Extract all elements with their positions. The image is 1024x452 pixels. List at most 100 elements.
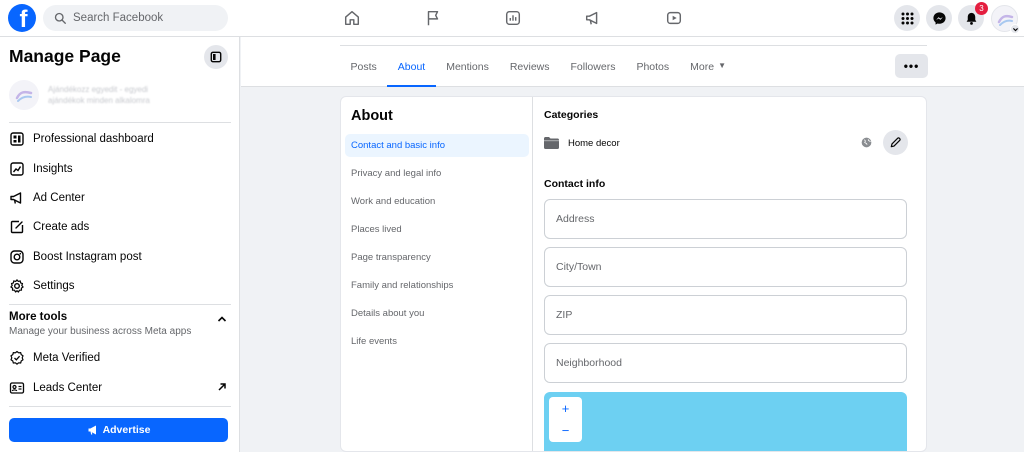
zoom-out-button[interactable]: − [562,424,570,437]
video-icon[interactable] [664,8,684,28]
location-map[interactable]: + − [544,392,907,451]
tab-more[interactable]: More ▼ [680,55,737,87]
tab-mentions[interactable]: Mentions [436,55,500,87]
more-tools-subtitle: Manage your business across Meta apps [9,326,192,337]
about-navigation-panel: About Contact and basic info Privacy and… [341,97,533,451]
advertise-button[interactable]: Advertise [9,418,228,442]
more-tools-title: More tools [9,311,68,323]
about-title: About [351,108,393,124]
globe-icon [861,137,872,148]
sidebar-item-settings[interactable]: Settings [9,273,231,299]
map-zoom-control: + − [549,397,582,442]
sidebar-item-boost-instagram-post[interactable]: Boost Instagram post [9,244,231,270]
category-label: Home decor [568,137,620,149]
sidebar-item-insights[interactable]: Insights [9,156,231,182]
chevron-up-icon[interactable] [216,313,228,325]
about-nav-contact-and-basic-info[interactable]: Contact and basic info [345,134,529,157]
folder-icon [544,137,559,149]
account-chevron-down-icon[interactable] [1010,24,1020,34]
logo-letter: f [19,6,28,32]
sidebar-item-meta-verified[interactable]: Meta Verified [9,345,231,371]
tab-posts[interactable]: Posts [340,55,387,87]
about-nav-privacy-and-legal-info[interactable]: Privacy and legal info [345,162,529,185]
about-card: About Contact and basic info Privacy and… [340,96,927,452]
sidebar-toggle-icon [210,51,222,63]
verified-icon [9,350,25,366]
insights-icon[interactable] [503,8,523,28]
messenger-button[interactable] [926,5,952,31]
page-identity[interactable]: Ajándékozz egyedit - egyedi ajándékok mi… [9,77,231,113]
edit-category-button[interactable] [883,130,908,155]
zip-field[interactable] [544,295,907,335]
about-nav-list: Contact and basic info Privacy and legal… [345,134,529,358]
sidebar-item-label: Professional dashboard [33,133,154,145]
about-nav-family-and-relationships[interactable]: Family and relationships [345,274,529,297]
menu-button[interactable] [894,5,920,31]
caret-down-icon: ▼ [718,61,727,70]
tab-followers[interactable]: Followers [560,55,626,87]
sidebar-item-label: Insights [33,163,73,175]
header-divider [340,45,927,46]
collapse-sidebar-button[interactable] [204,45,228,69]
about-nav-life-events[interactable]: Life events [345,330,529,353]
contact-card-icon [9,380,25,396]
megaphone-icon[interactable] [583,8,603,28]
page-name-line-1: Ajándékozz egyedit - egyedi [48,85,149,94]
sidebar-item-label: Settings [33,280,75,292]
sidebar-item-leads-center[interactable]: Leads Center [9,375,231,401]
sidebar-divider [9,122,231,123]
facebook-logo[interactable]: f [8,4,36,32]
tab-about[interactable]: About [387,55,437,87]
sidebar-item-label: Create ads [33,221,90,233]
gear-icon [9,278,25,294]
tab-reviews[interactable]: Reviews [499,55,560,87]
dashboard-icon [9,131,25,147]
insights-icon [9,161,25,177]
sidebar-item-label: Leads Center [33,382,103,394]
sidebar-item-ad-center[interactable]: Ad Center [9,185,231,211]
grid-menu-icon [901,12,913,24]
page-tabs: Posts About Mentions Reviews Followers P… [340,55,737,87]
megaphone-icon [88,425,96,435]
about-nav-page-transparency[interactable]: Page transparency [345,246,529,269]
search-icon [54,12,66,24]
neighborhood-field[interactable] [544,343,907,383]
manage-page-sidebar: Manage Page Ajándékozz egyedit - egyedi … [0,37,240,452]
tab-photos[interactable]: Photos [626,55,680,87]
more-options-button[interactable]: ••• [895,54,928,78]
sidebar-title: Manage Page [9,46,121,66]
sidebar-item-label: Meta Verified [33,352,101,364]
page-avatar [9,80,39,110]
search-input[interactable] [73,12,223,24]
instagram-icon [9,249,25,265]
address-field[interactable] [544,199,907,239]
city-town-field[interactable] [544,247,907,287]
advertise-label: Advertise [102,424,151,436]
notification-count-badge: 3 [975,2,988,15]
megaphone-icon [9,190,25,206]
category-row: Home decor [544,130,908,156]
about-nav-work-and-education[interactable]: Work and education [345,190,529,213]
more-tools-section[interactable]: More tools Manage your business across M… [9,311,231,337]
about-nav-details-about-you[interactable]: Details about you [345,302,529,325]
pencil-icon [890,137,901,148]
page-tabs-header: Posts About Mentions Reviews Followers P… [241,37,1024,87]
zoom-in-button[interactable]: + [562,402,570,415]
sidebar-item-label: Boost Instagram post [33,251,142,263]
edit-icon [9,219,25,235]
about-nav-places-lived[interactable]: Places lived [345,218,529,241]
contact-info-title: Contact info [544,178,606,190]
home-icon[interactable] [342,8,362,28]
sidebar-item-create-ads[interactable]: Create ads [9,214,231,240]
flag-icon[interactable] [423,8,443,28]
search-box[interactable] [43,5,228,31]
sidebar-item-professional-dashboard[interactable]: Professional dashboard [9,126,231,152]
top-navigation-bar: f 3 [0,0,1024,37]
messenger-icon [932,11,946,25]
contact-info-panel: Categories Home decor Contact info + − [533,97,926,451]
notifications-button[interactable]: 3 [958,2,988,31]
external-link-arrow-icon [218,383,226,391]
sidebar-divider [9,406,231,407]
sidebar-divider [9,304,231,305]
sidebar-item-label: Ad Center [33,192,85,204]
